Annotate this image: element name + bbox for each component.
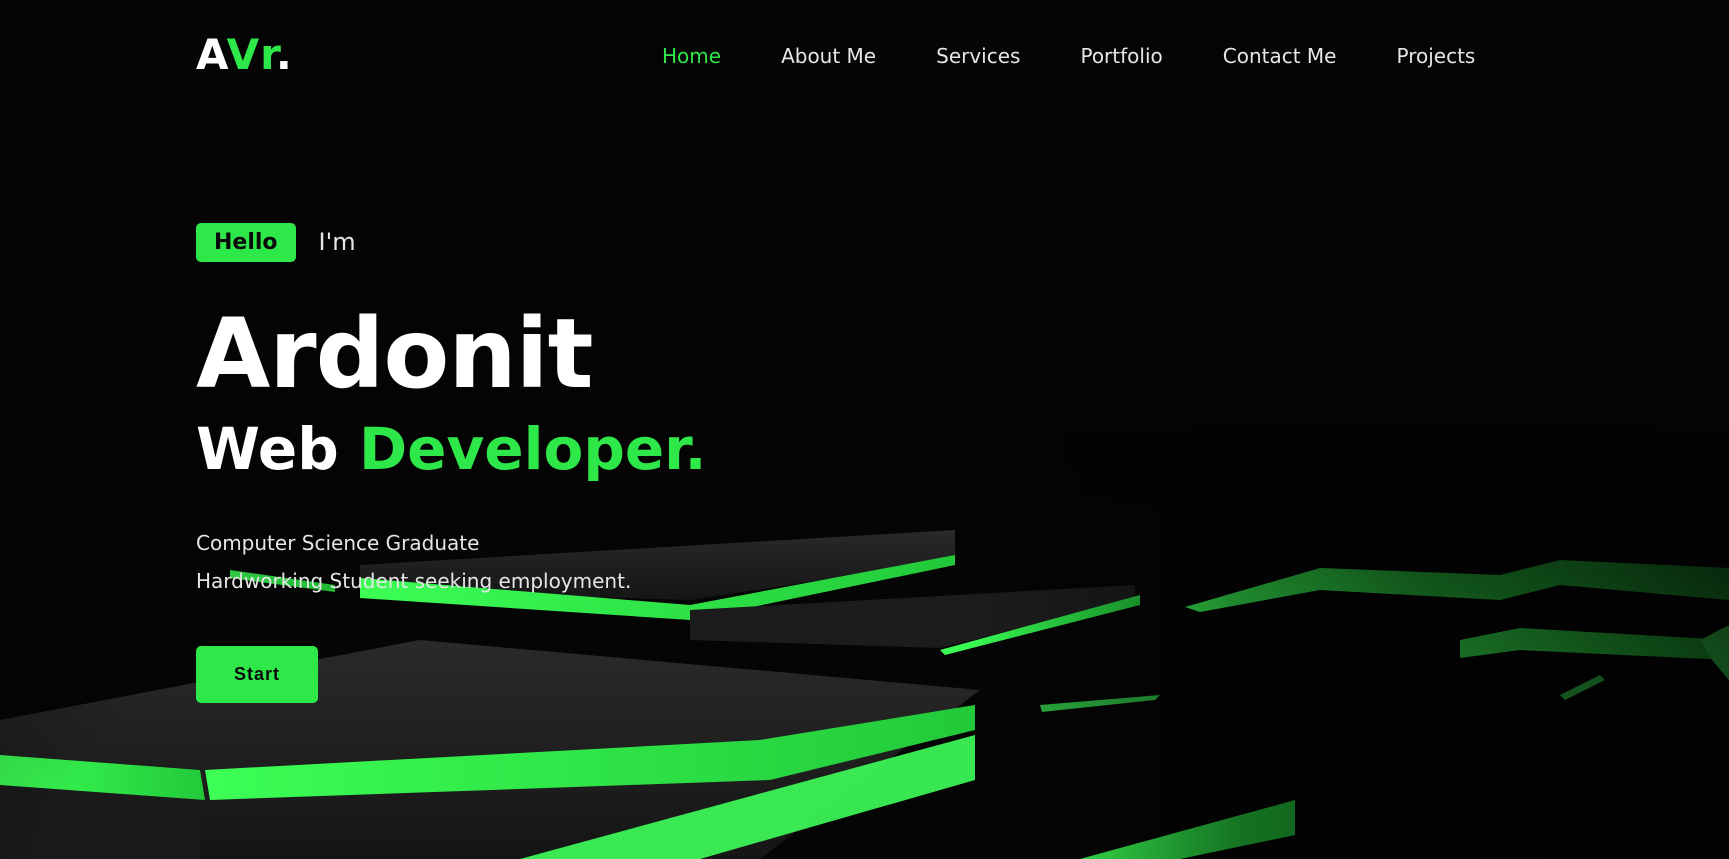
nav-home[interactable]: Home [662, 40, 721, 72]
logo-dot: . [275, 30, 293, 79]
description-line-2: Hardworking Student seeking employment. [196, 569, 632, 593]
nav-contact-me[interactable]: Contact Me [1223, 40, 1337, 72]
site-logo[interactable]: AVr. [196, 30, 293, 80]
page: AVr. Home About Me Services Portfolio Co… [0, 0, 1729, 859]
main-nav: Home About Me Services Portfolio Contact… [662, 40, 1535, 72]
role-word: Web [196, 415, 339, 483]
logo-letters-vr: Vr [226, 30, 276, 79]
nav-projects[interactable]: Projects [1396, 40, 1475, 72]
nav-portfolio[interactable]: Portfolio [1080, 40, 1162, 72]
nav-about-me[interactable]: About Me [781, 40, 876, 72]
description-line-1: Computer Science Graduate [196, 531, 480, 555]
hero-description: Computer Science Graduate Hardworking St… [196, 524, 896, 600]
role-accent: Developer. [358, 415, 707, 483]
hero-section: Hello I'm Ardonit Web Developer. Compute… [196, 222, 896, 703]
greeting-row: Hello I'm [196, 222, 896, 262]
nav-services[interactable]: Services [936, 40, 1020, 72]
hero-name: Ardonit [196, 298, 593, 410]
site-header: AVr. Home About Me Services Portfolio Co… [0, 0, 1729, 112]
hero-role: Web Developer. [196, 416, 896, 482]
intro-text: I'm [318, 228, 356, 256]
hello-badge: Hello [196, 222, 296, 262]
start-button[interactable]: Start [196, 646, 318, 703]
logo-letter-a: A [196, 30, 227, 79]
